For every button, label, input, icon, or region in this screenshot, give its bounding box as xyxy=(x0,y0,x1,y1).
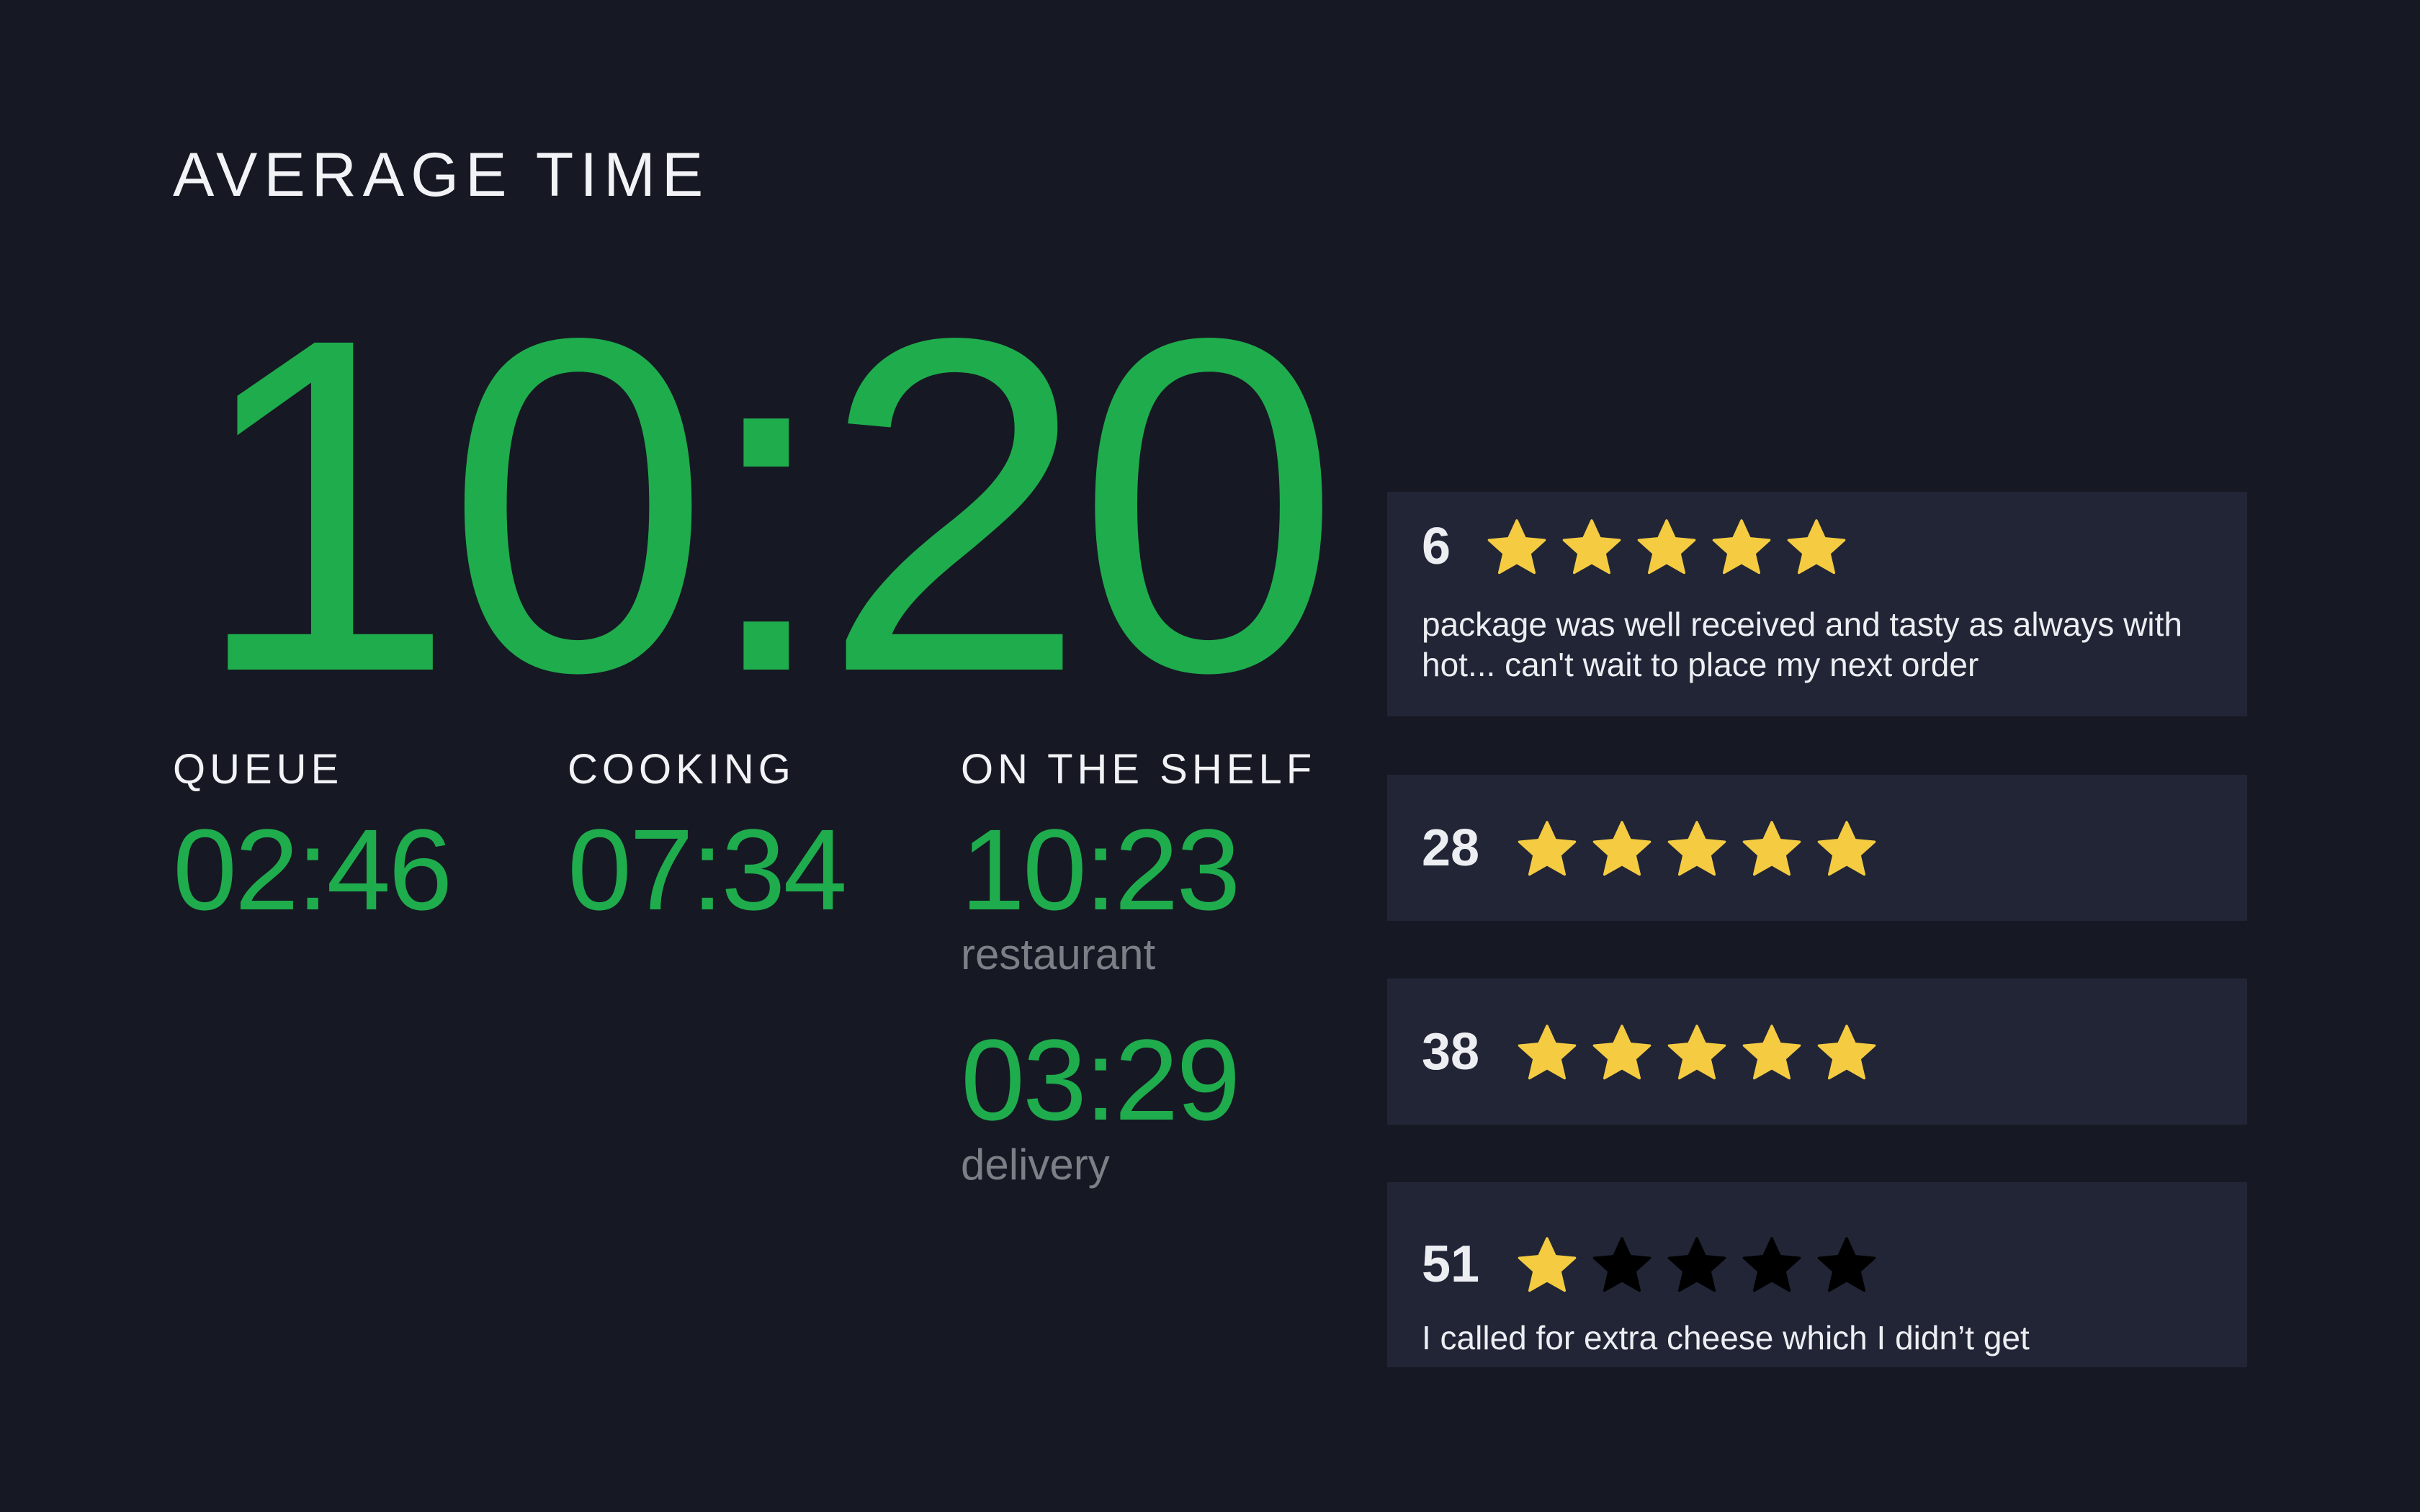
review-card: 38 xyxy=(1387,978,2247,1125)
star-filled-icon xyxy=(1742,1023,1802,1081)
review-order-number: 6 xyxy=(1422,518,1451,575)
star-filled-icon xyxy=(1561,518,1622,575)
cooking-label: COOKING xyxy=(568,746,795,793)
star-filled-icon xyxy=(1667,819,1727,877)
star-filled-icon xyxy=(1517,1236,1577,1293)
star-filled-icon xyxy=(1786,518,1847,575)
queue-label: QUEUE xyxy=(173,746,344,793)
queue-value: 02:46 xyxy=(173,805,452,934)
star-filled-icon xyxy=(1816,819,1877,877)
review-order-number: 28 xyxy=(1422,819,1480,877)
average-time-value: 10:20 xyxy=(192,240,1341,770)
star-filled-icon xyxy=(1592,1023,1652,1081)
delivery-shelf-label: delivery xyxy=(961,1140,1110,1189)
queue-stat: QUEUE 02:46 xyxy=(173,746,452,934)
star-rating xyxy=(1517,819,1877,877)
star-empty-icon xyxy=(1667,1236,1727,1293)
star-filled-icon xyxy=(1816,1023,1877,1081)
page-title: AVERAGE TIME xyxy=(173,140,710,210)
star-rating xyxy=(1487,518,1847,575)
star-empty-icon xyxy=(1816,1236,1877,1293)
review-card: 6 package was well received and tasty as… xyxy=(1387,492,2247,716)
cooking-stat: COOKING 07:34 xyxy=(568,746,847,934)
star-filled-icon xyxy=(1517,819,1577,877)
cooking-value: 07:34 xyxy=(568,805,847,934)
on-the-shelf-stat: ON THE SHELF 10:23 restaurant 03:29 deli… xyxy=(961,749,1316,1187)
review-comment: package was well received and tasty as a… xyxy=(1422,606,2182,683)
star-filled-icon xyxy=(1592,819,1652,877)
star-filled-icon xyxy=(1487,518,1547,575)
star-empty-icon xyxy=(1742,1236,1802,1293)
star-filled-icon xyxy=(1636,518,1697,575)
star-empty-icon xyxy=(1592,1236,1652,1293)
restaurant-shelf-label: restaurant xyxy=(961,930,1156,978)
star-filled-icon xyxy=(1742,819,1802,877)
review-order-number: 38 xyxy=(1422,1022,1480,1081)
restaurant-shelf-value: 10:23 xyxy=(961,805,1240,934)
review-card: 51 I called for extra cheese which I did… xyxy=(1387,1182,2247,1367)
star-filled-icon xyxy=(1711,518,1772,575)
review-order-number: 51 xyxy=(1422,1236,1480,1293)
on-the-shelf-label: ON THE SHELF xyxy=(961,746,1317,793)
review-comment: I called for extra cheese which I didn’t… xyxy=(1422,1319,2030,1356)
review-card: 28 xyxy=(1387,775,2247,921)
delivery-shelf-value: 03:29 xyxy=(961,1015,1240,1144)
star-filled-icon xyxy=(1667,1023,1727,1081)
star-rating xyxy=(1517,1023,1877,1081)
star-rating xyxy=(1517,1236,1877,1293)
star-filled-icon xyxy=(1517,1023,1577,1081)
